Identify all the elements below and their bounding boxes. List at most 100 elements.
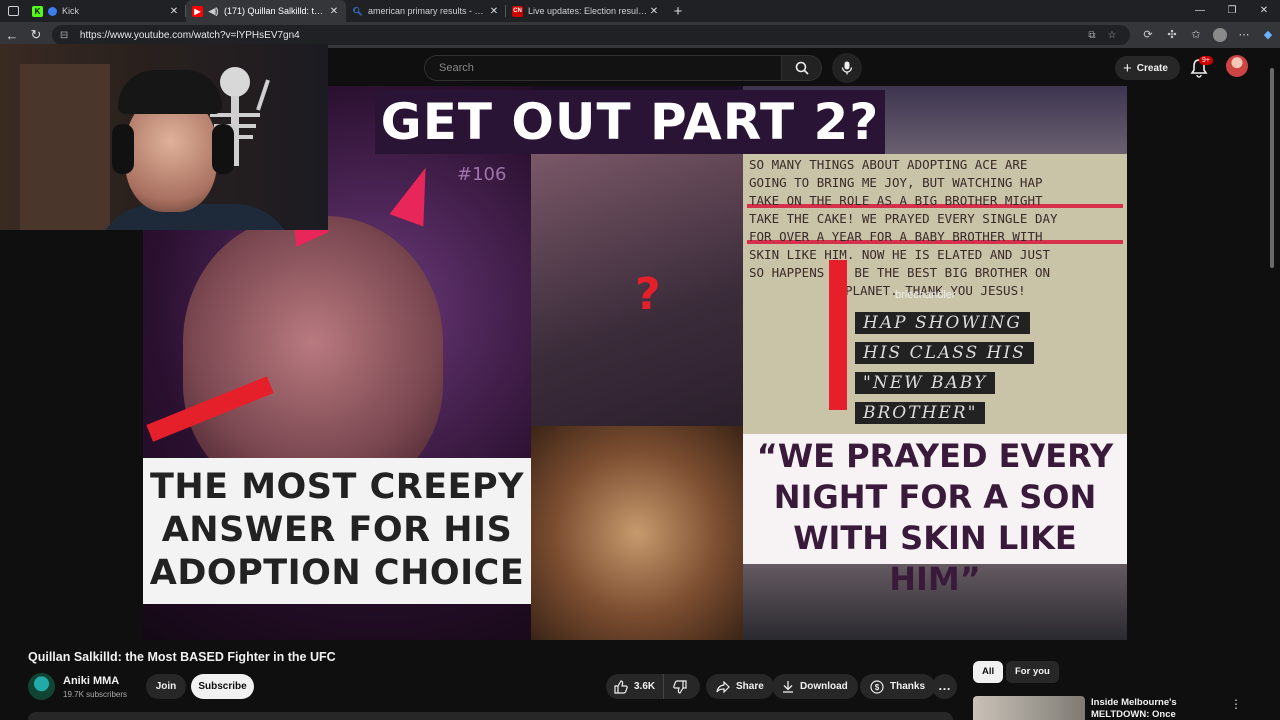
page-scrollbar[interactable] bbox=[1270, 68, 1274, 268]
toolbar-icons: ⟳ ✣ ✩ ⋯ ◆ bbox=[1136, 28, 1280, 42]
download-label: Download bbox=[800, 681, 848, 692]
tab-kick[interactable]: K Kick ✕ bbox=[26, 0, 186, 22]
reload-button[interactable]: ↻ bbox=[24, 27, 48, 43]
chip-for-you[interactable]: For you bbox=[1006, 661, 1059, 683]
microphone-icon bbox=[841, 61, 853, 75]
url-text: https://www.youtube.com/watch?v=lYPHsEV7… bbox=[79, 29, 300, 41]
webcam-background-door bbox=[20, 64, 110, 230]
thanks-icon: $ bbox=[870, 679, 884, 694]
favorites-icon[interactable]: ✩ bbox=[1184, 28, 1208, 42]
channel-avatar[interactable] bbox=[28, 673, 55, 700]
window-menu-icon[interactable] bbox=[0, 0, 26, 22]
story-captions: HAP SHOWING HIS CLASS HIS "NEW BABY BROT… bbox=[855, 312, 1055, 432]
video-title: Quillan Salkilld: the Most BASED Fighter… bbox=[28, 650, 336, 664]
open-in-app-icon[interactable]: ⧉ bbox=[1082, 30, 1102, 41]
post-line: skin like him. now he is elated and just bbox=[749, 247, 1051, 262]
thumbnail-right-caption: “WE PRAYED EVERY NIGHT FOR A SON WITH SK… bbox=[743, 434, 1127, 598]
copilot-icon[interactable]: ◆ bbox=[1256, 28, 1280, 42]
tab-title: Live updates: Election results, Trump bbox=[528, 6, 648, 16]
devil-horn-icon bbox=[389, 161, 443, 227]
window-controls: — ❐ ✕ bbox=[1184, 0, 1280, 22]
create-button[interactable]: + Create bbox=[1115, 56, 1180, 80]
recommendation-thumbnail[interactable] bbox=[973, 696, 1085, 720]
red-arrow-icon bbox=[829, 260, 847, 410]
site-info-icon[interactable]: ⊟ bbox=[60, 30, 72, 41]
like-dislike-group: 3.6K bbox=[606, 674, 700, 699]
chip-all[interactable]: All bbox=[973, 661, 1004, 683]
thumbs-down-icon bbox=[673, 679, 687, 694]
close-icon[interactable]: ✕ bbox=[648, 6, 660, 17]
voice-search-button[interactable] bbox=[832, 53, 862, 83]
maximize-button[interactable]: ❐ bbox=[1216, 0, 1248, 22]
story-caption: HAP SHOWING bbox=[855, 312, 1030, 334]
puzzle-icon[interactable]: ✣ bbox=[1160, 28, 1184, 42]
thumbnail-face-closeup bbox=[531, 426, 743, 640]
profile-avatar[interactable] bbox=[1213, 28, 1227, 42]
story-caption: HIS CLASS HIS bbox=[855, 342, 1034, 364]
recommendation-title[interactable]: Inside Melbourne's MELTDOWN: Once Austra… bbox=[1091, 697, 1226, 720]
menu-icon[interactable]: ⋯ bbox=[1232, 28, 1256, 42]
back-button[interactable]: ← bbox=[0, 28, 24, 43]
url-field[interactable]: ⊟ https://www.youtube.com/watch?v=lYPHsE… bbox=[51, 25, 1130, 45]
like-count: 3.6K bbox=[634, 681, 656, 692]
story-caption: BROTHER" bbox=[855, 402, 986, 424]
subscribe-button[interactable]: Subscribe bbox=[191, 674, 254, 699]
post-text: so many things about adopting ace are go… bbox=[749, 156, 1121, 300]
channel-name[interactable]: Aniki MMA bbox=[63, 675, 119, 687]
download-icon bbox=[783, 681, 793, 693]
like-button[interactable]: 3.6K bbox=[606, 674, 665, 699]
minimize-button[interactable]: — bbox=[1184, 0, 1216, 22]
share-icon bbox=[716, 680, 730, 693]
plus-icon: + bbox=[1123, 59, 1132, 77]
post-line: going to bring me joy, but watching hap bbox=[749, 175, 1043, 190]
user-avatar[interactable] bbox=[1226, 55, 1248, 77]
tab-search[interactable]: 🔍︎ american primary results - Search ✕ bbox=[346, 0, 506, 22]
search-input[interactable]: Search bbox=[424, 55, 782, 81]
post-line: so many things about adopting ace are bbox=[749, 157, 1028, 172]
post-line: take the cake! we prayed every single da… bbox=[749, 211, 1058, 226]
close-icon[interactable]: ✕ bbox=[328, 6, 340, 17]
svg-text:$: $ bbox=[875, 683, 880, 692]
kick-favicon-icon: K bbox=[32, 5, 43, 17]
search-button[interactable] bbox=[782, 55, 822, 81]
thanks-button[interactable]: $ Thanks bbox=[860, 674, 936, 699]
close-window-button[interactable]: ✕ bbox=[1248, 0, 1280, 22]
story-caption: "NEW BABY bbox=[855, 372, 996, 394]
search-icon bbox=[795, 61, 809, 75]
tab-title: Kick bbox=[62, 6, 80, 16]
post-line: so happens to be the best big brother on bbox=[749, 265, 1051, 280]
search-favicon-icon: 🔍︎ bbox=[352, 6, 363, 16]
webcam-person-cap bbox=[118, 70, 222, 114]
favorite-star-icon[interactable]: ☆ bbox=[1102, 30, 1122, 41]
thumbnail-face-image bbox=[183, 216, 443, 496]
join-button[interactable]: Join bbox=[146, 674, 186, 699]
browser-window: K Kick ✕ ▶ ◀) (171) Quillan Salkilld: th… bbox=[0, 0, 1280, 720]
extensions-icon[interactable]: ⟳ bbox=[1136, 28, 1160, 42]
share-label: Share bbox=[736, 681, 764, 692]
close-icon[interactable]: ✕ bbox=[168, 6, 180, 17]
post-line: take on the role as a big brother might bbox=[749, 193, 1043, 208]
webcam-overlay bbox=[0, 44, 328, 230]
post-handle: briechandler bbox=[895, 289, 956, 301]
thumbs-up-icon bbox=[614, 679, 628, 694]
thumbnail-left-caption: THE MOST CREEPY ANSWER FOR HIS ADOPTION … bbox=[143, 458, 531, 604]
notification-badge: 9+ bbox=[1199, 56, 1213, 65]
new-tab-button[interactable]: + bbox=[666, 3, 690, 20]
create-label: Create bbox=[1136, 62, 1168, 74]
description-box[interactable] bbox=[28, 712, 953, 720]
tab-youtube[interactable]: ▶ ◀) (171) Quillan Salkilld: the Most BA… bbox=[186, 0, 346, 22]
tab-cnn[interactable]: CN Live updates: Election results, Trump… bbox=[506, 0, 666, 22]
more-actions-button[interactable]: … bbox=[932, 674, 957, 699]
speaker-icon[interactable]: ◀) bbox=[208, 6, 219, 17]
close-icon[interactable]: ✕ bbox=[488, 6, 500, 17]
youtube-favicon-icon: ▶ bbox=[192, 5, 203, 17]
share-button[interactable]: Share bbox=[706, 674, 774, 699]
tab-title: (171) Quillan Salkilld: the Most BASED F… bbox=[224, 6, 328, 16]
headphones-icon bbox=[112, 124, 134, 174]
tab-title: american primary results - Search bbox=[368, 6, 488, 16]
recommendation-menu-icon[interactable]: ⋮ bbox=[1230, 697, 1242, 711]
dislike-button[interactable] bbox=[664, 674, 696, 699]
thanks-label: Thanks bbox=[890, 681, 926, 692]
download-button[interactable]: Download bbox=[772, 674, 858, 699]
tab-strip: K Kick ✕ ▶ ◀) (171) Quillan Salkilld: th… bbox=[0, 0, 1280, 22]
